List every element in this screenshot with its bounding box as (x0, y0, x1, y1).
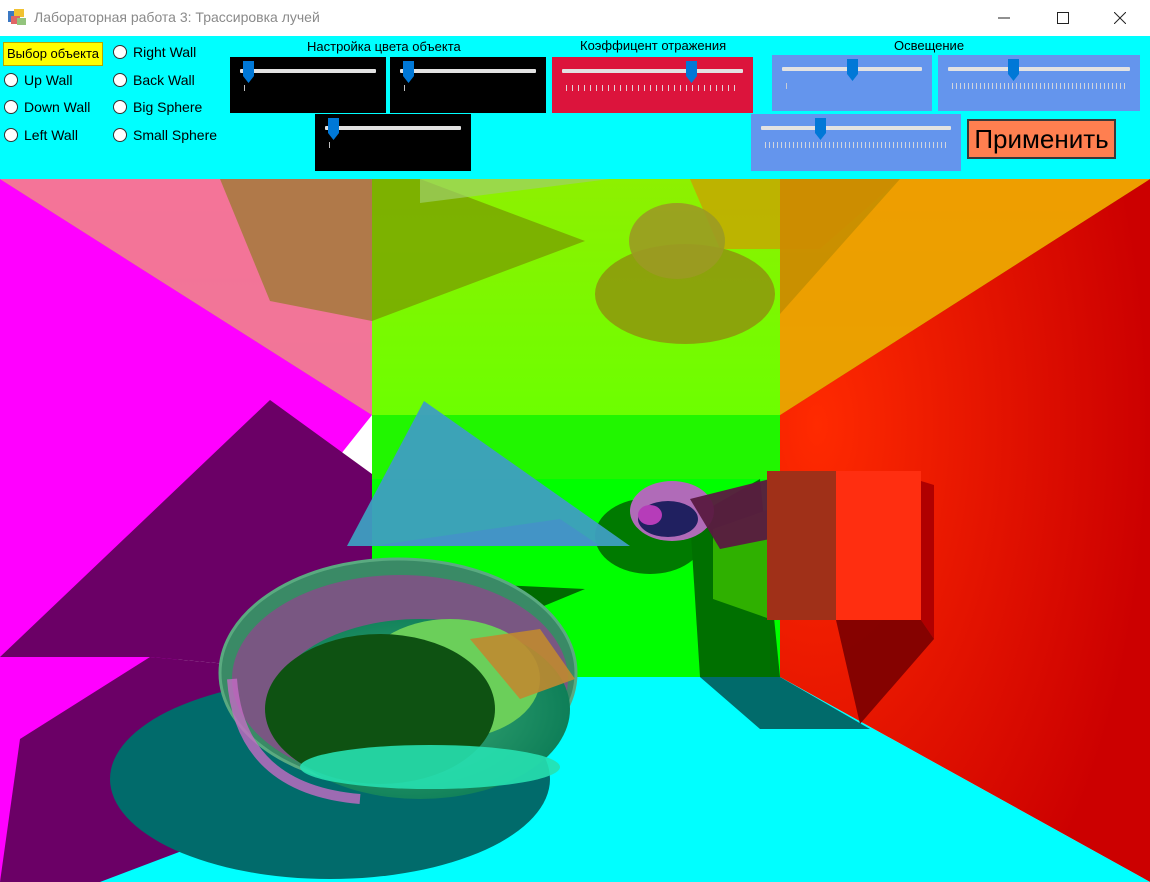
lighting-title: Освещение (894, 38, 965, 53)
slider-thumb[interactable] (243, 61, 255, 83)
radio-circle[interactable] (113, 73, 127, 87)
slider-thumb[interactable] (328, 118, 340, 140)
slider-ticks (786, 83, 918, 89)
radio-label: Small Sphere (133, 127, 218, 143)
radio-circle[interactable] (4, 100, 18, 114)
slider-thumb[interactable] (403, 61, 415, 83)
lighting-slider-2[interactable] (938, 55, 1140, 111)
minimize-icon (998, 17, 1010, 19)
window-title: Лабораторная работа 3: Трассировка лучей (34, 9, 320, 25)
slider-thumb[interactable] (1008, 59, 1020, 81)
radio-circle[interactable] (113, 45, 127, 59)
title-bar: Лабораторная работа 3: Трассировка лучей (0, 0, 1150, 36)
color-settings-title: Настройка цвета объекта (307, 39, 461, 54)
slider-ticks (244, 85, 372, 91)
slider-thumb[interactable] (846, 59, 858, 81)
slider-track (400, 69, 536, 73)
reflection-slider[interactable] (552, 57, 753, 113)
slider-thumb[interactable] (815, 118, 827, 140)
slider-track (562, 69, 743, 73)
reflection-coef-title: Коэффицент отражения (580, 38, 727, 53)
minimize-button[interactable] (981, 0, 1027, 36)
maximize-icon (1057, 12, 1069, 24)
radio-label: Up Wall (24, 72, 73, 88)
radio-label: Down Wall (24, 99, 91, 115)
slider-ticks (952, 83, 1126, 89)
close-button[interactable] (1097, 0, 1143, 36)
slider-ticks (566, 85, 739, 91)
slider-track (240, 69, 376, 73)
slider-ticks (404, 85, 532, 91)
apply-button[interactable]: Применить (967, 119, 1116, 159)
lighting-slider-3[interactable] (751, 114, 961, 171)
radio-label: Left Wall (24, 127, 78, 143)
color-slider-2[interactable] (390, 57, 546, 113)
close-icon (1114, 12, 1126, 24)
lighting-slider-1[interactable] (772, 55, 932, 111)
slider-ticks (765, 142, 947, 148)
radio-circle[interactable] (113, 128, 127, 142)
maximize-button[interactable] (1040, 0, 1086, 36)
slider-track (948, 67, 1130, 71)
slider-track (325, 126, 461, 130)
radio-label: Big Sphere (133, 99, 203, 115)
radio-circle[interactable] (4, 73, 18, 87)
radio-circle[interactable] (4, 128, 18, 142)
color-slider-3[interactable] (315, 114, 471, 171)
app-icon (8, 9, 26, 25)
object-select-label: Выбор объекта (3, 42, 104, 66)
radio-label: Back Wall (133, 72, 195, 88)
color-slider-1[interactable] (230, 57, 386, 113)
slider-ticks (329, 142, 457, 148)
ray-traced-scene (0, 179, 1150, 882)
radio-label: Right Wall (133, 44, 197, 60)
slider-thumb[interactable] (685, 61, 697, 83)
slider-track (761, 126, 951, 130)
radio-circle[interactable] (113, 100, 127, 114)
